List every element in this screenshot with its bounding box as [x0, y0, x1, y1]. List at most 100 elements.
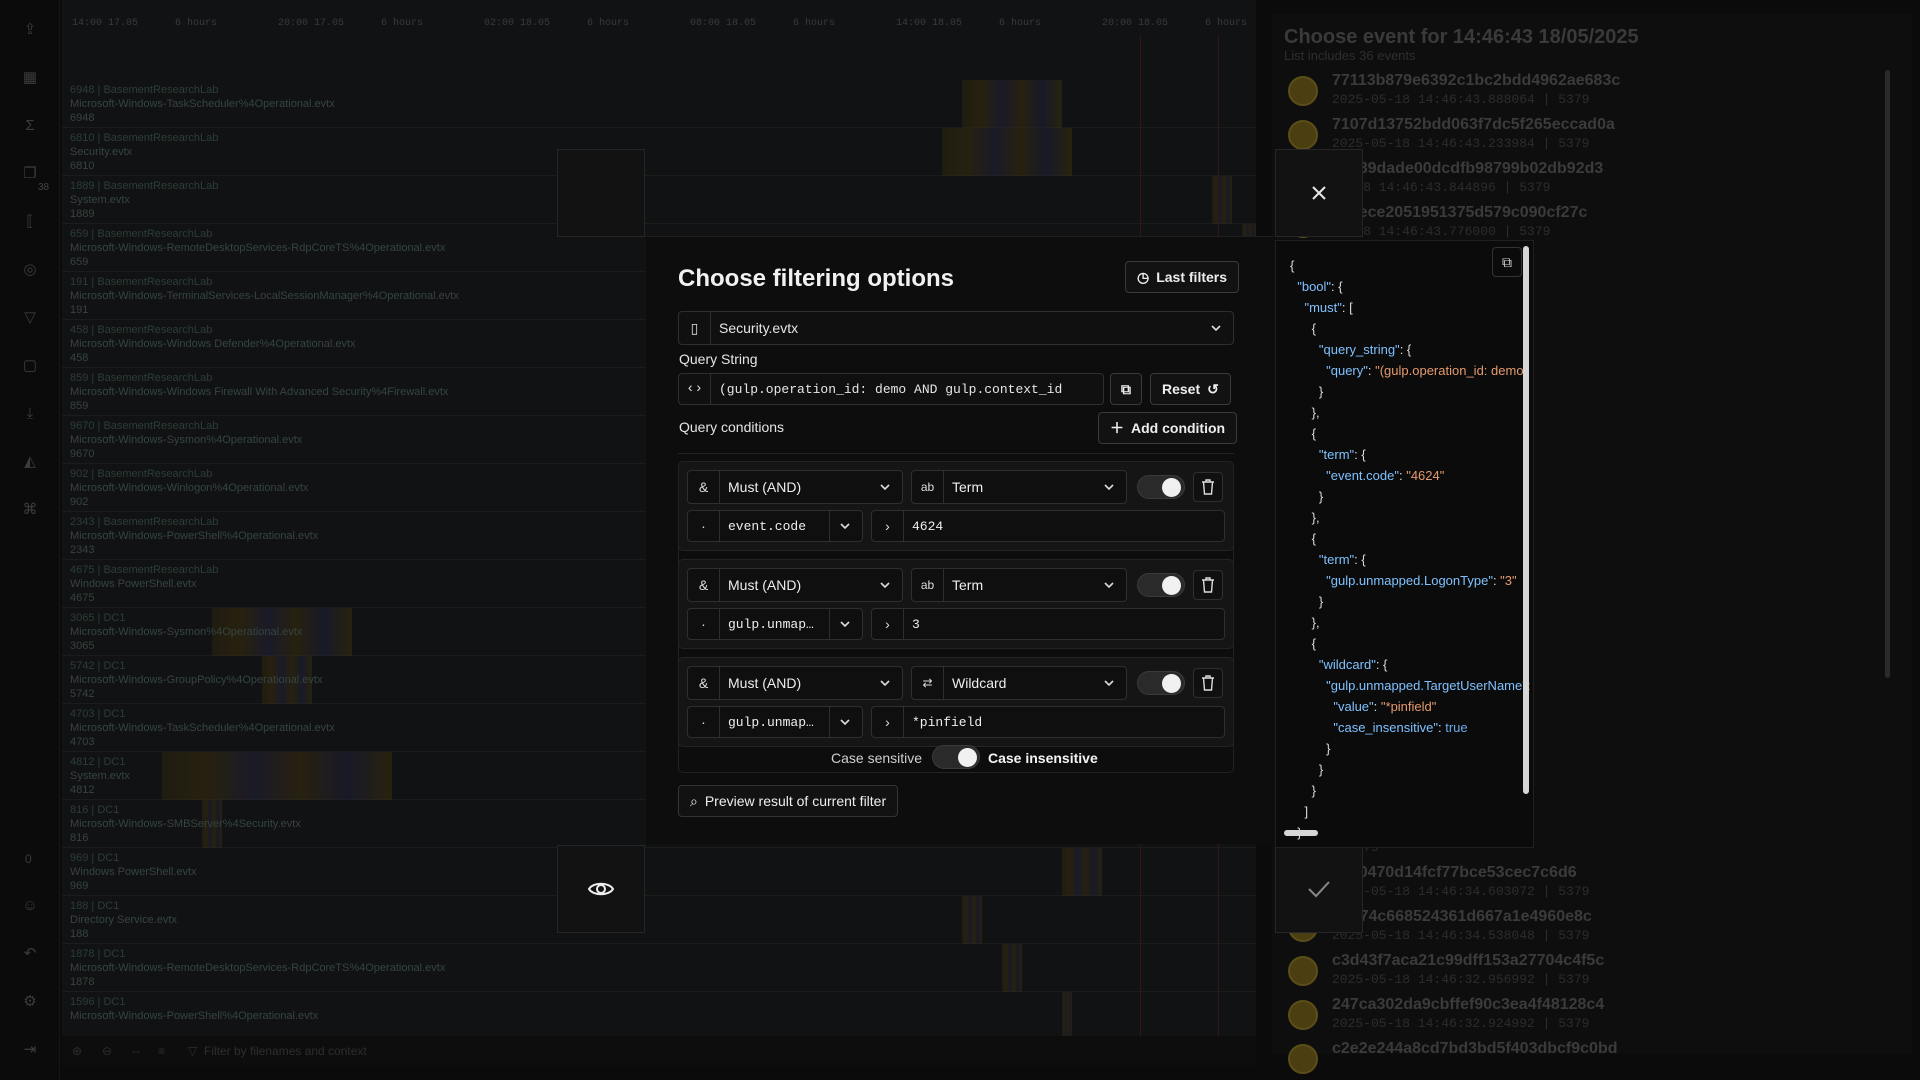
settings-icon[interactable]: ⚙ [20, 992, 40, 1012]
fit-icon[interactable]: ⇔ [130, 1044, 142, 1058]
time-tick: 20:00 18.05 [1102, 18, 1169, 29]
list-icon[interactable]: ≡ [158, 1044, 165, 1058]
timeline-row[interactable]: 1889 | BasementResearchLab System.evtx 188… [62, 176, 1256, 224]
json-scrollbar[interactable] [1523, 246, 1529, 794]
case-toggle[interactable] [932, 745, 980, 769]
ampersand-icon: & [688, 471, 720, 503]
dot-icon: · [688, 707, 720, 737]
delete-condition-button[interactable] [1193, 472, 1223, 502]
timeline-row-count: 902 [70, 496, 89, 508]
chart-icon[interactable]: ◭ [20, 452, 40, 472]
condition-field-select[interactable]: · gulp.unmap… [687, 706, 863, 738]
condition-operator-select[interactable]: & Must (AND) [687, 666, 903, 700]
preview-result-button[interactable]: ⌕ Preview result of current filter [678, 785, 899, 817]
timeline-row-count: 4675 [70, 592, 95, 604]
timeline-row-filename: Microsoft-Windows-SMBServer%4Security.ev… [70, 818, 301, 830]
condition-operator-select[interactable]: & Must (AND) [687, 470, 903, 504]
event-hash: 3990470d14fcf77bce53cec7c6d6 [1332, 864, 1577, 881]
timeline-row-count: 191 [70, 304, 89, 316]
event-list-item[interactable]: 3990470d14fcf77bce53cec7c6d6 2025-05-18 1… [1288, 862, 1888, 906]
timeline-row-count: 859 [70, 400, 89, 412]
notes-icon[interactable]: ▢ [20, 356, 40, 376]
condition-card: & Must (AND) ⇄ Wildcard · gulp.unmap… › *pinfie… [678, 657, 1234, 747]
timeline-row[interactable]: 6810 | BasementResearchLab Security.evtx 6… [62, 128, 1256, 176]
source-select[interactable]: ▯ Security.evtx [678, 311, 1234, 345]
timeline-row[interactable]: 6948 | BasementResearchLab Microsoft-Wind… [62, 80, 1256, 128]
left-rail: ⇪ ▦ Σ ❐ 38 ⟦ ◎ ▽ ▢ ⤓ ◭ ⌘ 0 ☺ ↶ ⚙ ⇥ [0, 0, 60, 1080]
event-list-item[interactable]: 247ca302da9cbffef90c3ea4f48128c4 2025-05-… [1288, 994, 1888, 1038]
download-icon[interactable]: ⤓ [20, 404, 40, 424]
query-string-input[interactable]: ‹› (gulp.operation_id: demo AND gulp.con… [678, 373, 1104, 405]
timeline-row-count: 3065 [70, 640, 95, 652]
filter-icon[interactable]: ▽ [20, 308, 40, 328]
close-icon [1312, 186, 1326, 200]
condition-value-input[interactable]: › 3 [871, 608, 1225, 640]
files-icon[interactable]: ❐ [20, 164, 40, 184]
delete-condition-button[interactable] [1193, 668, 1223, 698]
json-hscrollbar[interactable] [1284, 830, 1318, 836]
condition-value-input[interactable]: › 4624 [871, 510, 1225, 542]
bracket-icon[interactable]: ⟦ [20, 212, 40, 232]
timeline-row-count: 1878 [70, 976, 95, 988]
timeline-row[interactable]: 969 | DC1 Windows PowerShell.evtx 969 [62, 848, 1256, 896]
reset-button[interactable]: Reset ↺ [1150, 373, 1231, 405]
condition-type-select[interactable]: ab Term [911, 470, 1127, 504]
condition-field-select[interactable]: · event.code [687, 510, 863, 542]
event-meta: 2025-05-18 14:46:43.888064 | 5379 [1332, 92, 1590, 107]
globe-icon[interactable]: ◎ [20, 260, 40, 280]
timeline-row[interactable]: 188 | DC1 Directory Service.evtx 188 [62, 896, 1256, 944]
event-list-item[interactable]: c3d43f7aca21c99dff153a27704c4f5c 2025-05-… [1288, 950, 1888, 994]
upload-icon[interactable]: ⇪ [20, 20, 40, 40]
event-meta: 2025-05-18 14:46:34.603072 | 5379 [1332, 884, 1590, 899]
undo-icon[interactable]: ↶ [20, 944, 40, 964]
toggle-knob [1162, 478, 1181, 497]
copy-query-button[interactable]: ⧉ [1110, 373, 1142, 405]
trash-icon [1202, 479, 1214, 495]
timeline-row-header: 4675 | BasementResearchLab [70, 564, 219, 576]
preview-eye-button[interactable] [557, 845, 645, 933]
chevron-down-icon [880, 582, 890, 589]
timeline-row-header: 458 | BasementResearchLab [70, 324, 213, 336]
timeline-row-header: 6948 | BasementResearchLab [70, 84, 219, 96]
layout-icon[interactable]: ▦ [20, 68, 40, 88]
condition-enabled-toggle[interactable] [1137, 573, 1185, 597]
event-list-item[interactable]: 77113b879e6392c1bc2bdd4962ae683c 2025-05-… [1288, 70, 1888, 114]
close-button[interactable] [1275, 149, 1363, 237]
timeline-row[interactable]: 1878 | DC1 Microsoft-Windows-RemoteDeskto… [62, 944, 1256, 992]
apply-button[interactable] [1275, 845, 1363, 933]
delete-condition-button[interactable] [1193, 570, 1223, 600]
event-list-item[interactable]: 84989dade00dcdfb98799b02db92d3 05-18 14:4… [1288, 158, 1888, 202]
zoom-in-icon[interactable]: ⊕ [72, 1044, 82, 1058]
zoom-out-icon[interactable]: ⊖ [102, 1044, 112, 1058]
event-list-scrollbar[interactable] [1885, 70, 1890, 678]
condition-card: & Must (AND) ab Term · event.code › 4624 [678, 461, 1234, 551]
event-list-item[interactable]: c2e2e244a8cd7bd3bd5f403dbcf9c0bd [1288, 1038, 1888, 1080]
command-icon[interactable]: ⌘ [20, 500, 40, 520]
json-preview-panel[interactable]: ⧉ { "bool": { "must": [ { "query_string"… [1275, 240, 1534, 848]
logout-icon[interactable]: ⇥ [20, 1040, 40, 1060]
event-hash: c3d43f7aca21c99dff153a27704c4f5c [1332, 952, 1605, 969]
users-icon[interactable]: ☺ [20, 896, 40, 916]
event-density-bar [1212, 176, 1232, 224]
event-density-bar [1002, 944, 1022, 992]
condition-field-select[interactable]: · gulp.unmap… [687, 608, 863, 640]
last-filters-button[interactable]: ◷ Last filters [1125, 261, 1240, 293]
timeline-row-header: 969 | DC1 [70, 852, 120, 864]
add-condition-button[interactable]: ＋ Add condition [1098, 412, 1238, 444]
event-list-item[interactable]: eb574c668524361d667a1e4960e8c 2025-05-18 … [1288, 906, 1888, 950]
chevron-right-icon: › [872, 609, 904, 639]
event-list-item[interactable]: 7107d13752bdd063f7dc5f265eccad0a 2025-05-… [1288, 114, 1888, 158]
chevron-right-icon: › [872, 511, 904, 541]
sigma-icon[interactable]: Σ [20, 116, 40, 136]
query-conditions-label: Query conditions [679, 419, 785, 435]
time-tick: 6 hours [999, 18, 1042, 29]
condition-type-select[interactable]: ab Term [911, 568, 1127, 602]
timeline-row[interactable]: 1596 | DC1 Microsoft-Windows-PowerShell%4… [62, 992, 1256, 1040]
condition-enabled-toggle[interactable] [1137, 475, 1185, 499]
time-tick: 6 hours [381, 18, 424, 29]
condition-value-input[interactable]: › *pinfield [871, 706, 1225, 738]
condition-type-select[interactable]: ⇄ Wildcard [911, 666, 1127, 700]
condition-enabled-toggle[interactable] [1137, 671, 1185, 695]
condition-operator-select[interactable]: & Must (AND) [687, 568, 903, 602]
filter-files-input[interactable]: Filter by filenames and context [204, 1044, 367, 1058]
